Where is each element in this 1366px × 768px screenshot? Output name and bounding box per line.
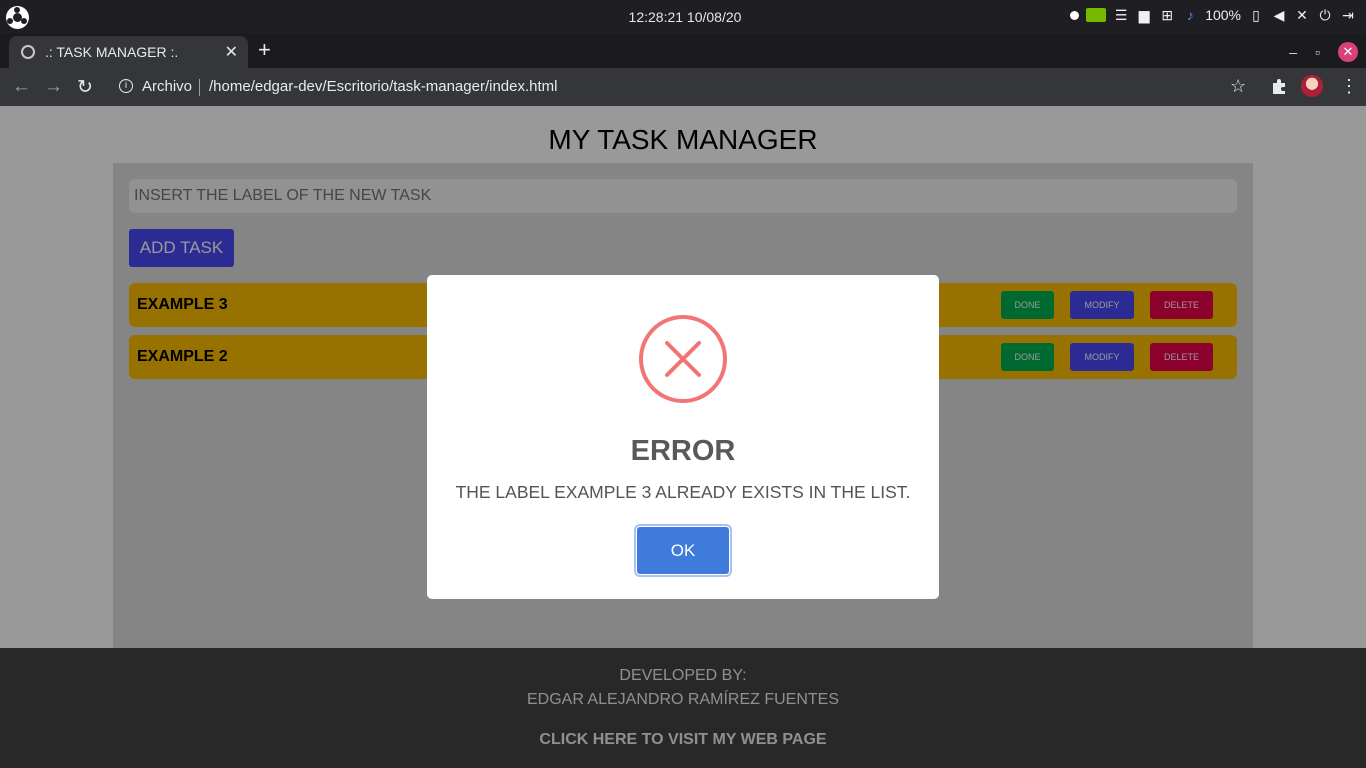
window-close-icon[interactable]: ✕ [1338, 42, 1358, 62]
error-dialog: ERROR THE LABEL EXAMPLE 3 ALREADY EXISTS… [427, 275, 939, 599]
battery-icon[interactable]: ▯ [1248, 7, 1264, 23]
system-top-bar: 12:28:21 10/08/20 ☰ ▆ ⊞ ♪ 100% ▯ ◀ ✕ ⏻ ⇥ [0, 0, 1366, 34]
notification-bell-icon[interactable]: ♪ [1182, 7, 1198, 23]
info-icon[interactable]: i [119, 79, 133, 93]
browser-menu-icon[interactable]: ⋮ [1340, 76, 1358, 97]
scheme-label: Archivo [142, 78, 193, 95]
system-tray: ☰ ▆ ⊞ ♪ 100% ▯ ◀ ✕ ⏻ ⇥ [1070, 7, 1356, 23]
new-tab-plus-icon[interactable]: + [258, 38, 271, 62]
tab-task-manager[interactable]: .: TASK MANAGER :. ✕ [9, 36, 248, 68]
forward-arrow-icon[interactable]: → [44, 76, 63, 98]
dialog-title: ERROR [630, 435, 736, 467]
back-arrow-icon[interactable]: ← [12, 76, 31, 98]
bluetooth-off-icon[interactable]: ✕ [1294, 7, 1310, 23]
nvidia-icon[interactable] [1086, 8, 1107, 22]
record-indicator-icon[interactable] [1070, 10, 1080, 20]
dialog-message: THE LABEL EXAMPLE 3 ALREADY EXISTS IN TH… [455, 482, 911, 502]
minimize-icon[interactable]: – [1289, 44, 1297, 60]
battery-percent: 100% [1205, 7, 1241, 23]
error-x-icon [639, 315, 727, 403]
logout-icon[interactable]: ⇥ [1340, 7, 1356, 23]
power-icon[interactable]: ⏻ [1317, 7, 1333, 23]
tab-close-icon[interactable]: ✕ [225, 42, 238, 62]
folder-icon[interactable]: ▆ [1136, 7, 1152, 23]
reload-icon[interactable]: ↻ [77, 76, 93, 99]
menu-icon[interactable]: ☰ [1113, 7, 1129, 23]
volume-icon[interactable]: ◀ [1271, 7, 1287, 23]
extensions-puzzle-icon[interactable] [1270, 77, 1288, 95]
network-icon[interactable]: ⊞ [1159, 7, 1175, 23]
tab-title: .: TASK MANAGER :. [45, 44, 179, 60]
address-separator [199, 79, 200, 96]
maximize-icon[interactable]: ▫ [1315, 44, 1320, 60]
profile-avatar[interactable] [1301, 75, 1323, 97]
browser-tab-strip: .: TASK MANAGER :. ✕ [0, 34, 1366, 68]
browser-toolbar: ← → ↻ i Archivo /home/edgar-dev/Escritor… [0, 68, 1366, 106]
bookmark-star-icon[interactable]: ☆ [1230, 76, 1246, 97]
ok-button[interactable]: OK [636, 526, 730, 575]
globe-icon [21, 45, 35, 59]
url-text[interactable]: /home/edgar-dev/Escritorio/task-manager/… [209, 78, 558, 95]
address-bar[interactable]: i Archivo /home/edgar-dev/Escritorio/tas… [110, 72, 1260, 102]
window-controls: – ▫ ✕ [1289, 42, 1358, 62]
